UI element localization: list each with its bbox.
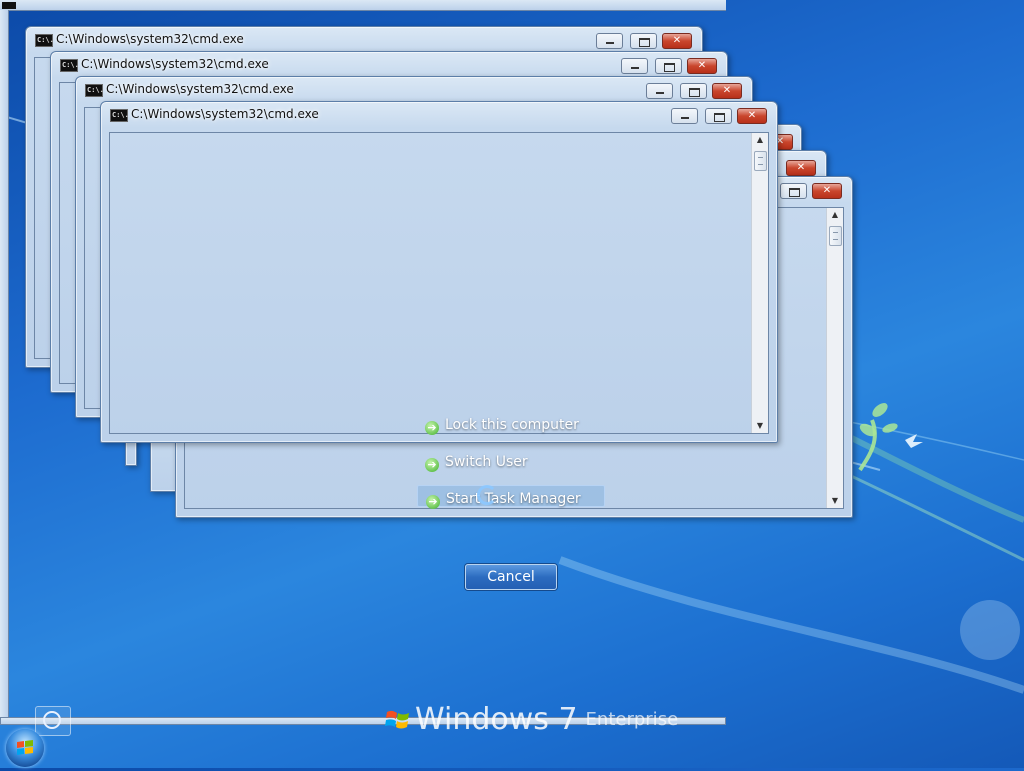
cmd-icon: C:\. bbox=[35, 34, 54, 47]
option-label: Start Task Manager bbox=[446, 491, 581, 507]
close-button[interactable]: ✕ bbox=[712, 83, 742, 99]
minimize-icon bbox=[681, 117, 689, 119]
minimize-icon bbox=[656, 92, 664, 94]
maximize-icon bbox=[714, 113, 725, 122]
close-icon: ✕ bbox=[747, 110, 757, 121]
scroll-thumb[interactable] bbox=[754, 151, 767, 171]
arrow-right-icon: ➔ bbox=[425, 458, 439, 472]
window-title: C:\Windows\system32\cmd.exe bbox=[131, 107, 319, 121]
minimize-button[interactable] bbox=[596, 33, 623, 49]
outer-window-left-edge bbox=[0, 10, 9, 717]
title-bar[interactable]: C:\. C:\Windows\system32\cmd.exe ✕ bbox=[26, 27, 702, 53]
cancel-button[interactable]: Cancel bbox=[465, 564, 557, 590]
option-label: Switch User bbox=[445, 454, 528, 470]
scroll-up-icon[interactable]: ▲ bbox=[827, 208, 843, 222]
maximize-icon bbox=[789, 188, 800, 197]
scroll-up-icon[interactable]: ▲ bbox=[752, 133, 768, 147]
edition-name: Enterprise bbox=[585, 709, 679, 730]
close-button[interactable]: ✕ bbox=[737, 108, 767, 124]
lock-computer-option[interactable]: ➔ Lock this computer bbox=[425, 417, 579, 435]
console-area[interactable] bbox=[109, 132, 769, 434]
title-bar[interactable]: C:\. C:\Windows\system32\cmd.exe ✕ bbox=[51, 52, 727, 78]
vertical-scrollbar[interactable]: ▲ ▼ bbox=[826, 208, 843, 508]
maximize-icon bbox=[689, 88, 700, 97]
maximize-icon bbox=[664, 63, 675, 72]
minimize-button[interactable] bbox=[621, 58, 648, 74]
maximize-icon bbox=[639, 38, 650, 47]
arrow-right-icon: ➔ bbox=[426, 495, 440, 509]
cmd-icon: C:\. bbox=[110, 109, 129, 122]
minimize-icon bbox=[631, 67, 639, 69]
start-task-manager-option[interactable]: ➔ Start Task Manager bbox=[417, 485, 605, 509]
close-button[interactable]: ✕ bbox=[786, 160, 816, 176]
title-bar[interactable]: C:\. C:\Windows\system32\cmd.exe ✕ bbox=[101, 102, 777, 128]
maximize-button[interactable] bbox=[630, 33, 657, 49]
window-title: C:\Windows\system32\cmd.exe bbox=[81, 57, 269, 71]
close-button[interactable]: ✕ bbox=[687, 58, 717, 74]
minimize-icon bbox=[606, 42, 614, 44]
cmd-icon bbox=[2, 2, 16, 9]
close-button[interactable]: ✕ bbox=[812, 183, 842, 199]
scroll-thumb[interactable] bbox=[829, 226, 842, 246]
arrow-right-icon: ➔ bbox=[425, 421, 439, 435]
close-icon: ✕ bbox=[822, 185, 832, 196]
cmd-icon: C:\. bbox=[60, 59, 79, 72]
close-icon: ✕ bbox=[672, 35, 682, 46]
ease-of-access-icon bbox=[43, 711, 61, 729]
title-bar[interactable]: C:\. C:\Windows\system32\cmd.exe ✕ bbox=[76, 77, 752, 103]
close-icon: ✕ bbox=[722, 85, 732, 96]
maximize-button[interactable] bbox=[705, 108, 732, 124]
start-flag-icon bbox=[17, 740, 33, 755]
maximize-button[interactable] bbox=[680, 83, 707, 99]
outer-window-top-edge bbox=[0, 0, 726, 11]
windows-flag-icon bbox=[385, 710, 409, 728]
minimize-button[interactable] bbox=[671, 108, 698, 124]
window-title: C:\Windows\system32\cmd.exe bbox=[56, 32, 244, 46]
maximize-button[interactable] bbox=[780, 183, 807, 199]
busy-spinner-icon bbox=[477, 485, 497, 505]
close-icon: ✕ bbox=[796, 162, 806, 173]
maximize-button[interactable] bbox=[655, 58, 682, 74]
windows-branding: Windows 7 Enterprise bbox=[385, 702, 678, 737]
leaf-bird-decoration bbox=[858, 403, 923, 472]
minimize-button[interactable] bbox=[646, 83, 673, 99]
close-button[interactable]: ✕ bbox=[662, 33, 692, 49]
window-title: C:\Windows\system32\cmd.exe bbox=[106, 82, 294, 96]
option-label: Lock this computer bbox=[445, 417, 579, 433]
scroll-down-icon[interactable]: ▼ bbox=[827, 494, 843, 508]
vertical-scrollbar[interactable]: ▲ ▼ bbox=[751, 133, 768, 433]
scroll-down-icon[interactable]: ▼ bbox=[752, 419, 768, 433]
cmd-icon: C:\. bbox=[85, 84, 104, 97]
cmd-window-front[interactable]: C:\. C:\Windows\system32\cmd.exe ✕ ▲ ▼ bbox=[100, 101, 778, 443]
windows-orb-icon[interactable] bbox=[6, 729, 44, 767]
product-name: Windows 7 bbox=[415, 702, 578, 737]
close-icon: ✕ bbox=[697, 60, 707, 71]
switch-user-option[interactable]: ➔ Switch User bbox=[425, 454, 528, 472]
